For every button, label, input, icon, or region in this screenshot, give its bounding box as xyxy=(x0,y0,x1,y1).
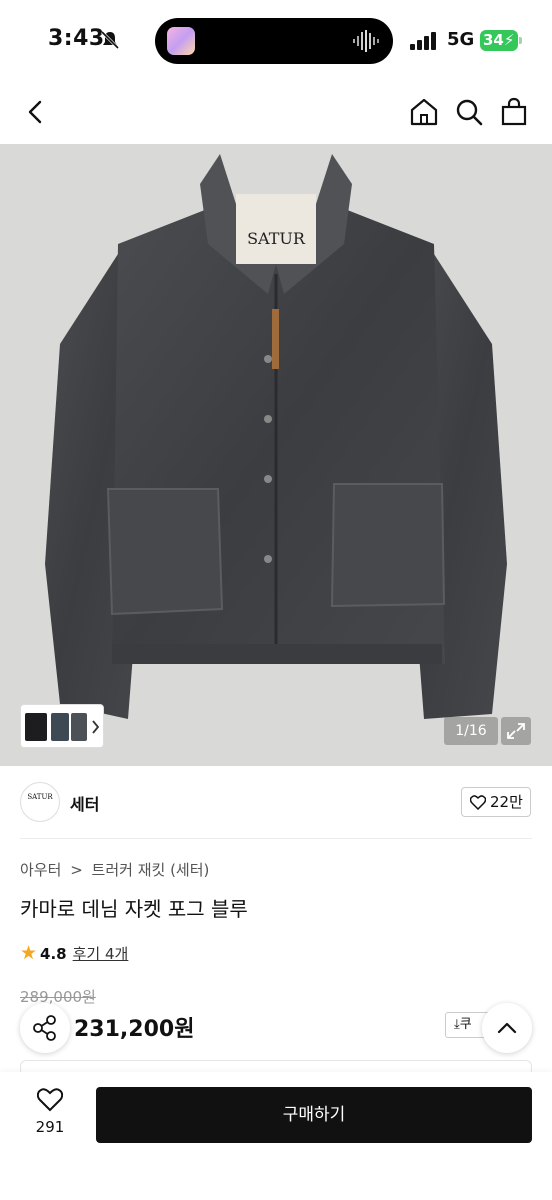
buy-button[interactable]: 구매하기 xyxy=(96,1087,532,1143)
brand-like-button[interactable]: 22만 xyxy=(461,787,531,817)
audio-wave-icon xyxy=(353,30,379,52)
bell-muted-icon xyxy=(100,30,120,50)
network-type: 5G xyxy=(447,29,475,50)
battery-indicator: 34⚡ xyxy=(480,30,518,51)
brand-logo-text: SATUR xyxy=(27,793,53,801)
home-icon[interactable] xyxy=(408,96,440,128)
back-icon[interactable] xyxy=(20,96,52,128)
color-thumbnails[interactable] xyxy=(20,704,104,748)
wishlist-count: 291 xyxy=(35,1118,65,1136)
jacket-illustration: SATUR xyxy=(45,154,507,719)
breadcrumb-separator: > xyxy=(70,861,83,879)
scroll-top-button[interactable] xyxy=(482,1003,532,1053)
rating: ★ 4.8 후기 4개 xyxy=(20,942,128,964)
heart-outline-icon xyxy=(36,1088,64,1112)
breadcrumb-subcategory[interactable]: 트러커 재킷 (세터) xyxy=(92,861,210,879)
product-image[interactable]: SATUR xyxy=(0,144,552,766)
share-icon xyxy=(33,1015,56,1041)
search-icon[interactable] xyxy=(453,96,485,128)
battery-tip xyxy=(519,37,522,44)
brand-logo[interactable]: SATUR xyxy=(20,782,60,822)
charging-bolt-icon: ⚡ xyxy=(503,31,515,49)
divider xyxy=(20,838,532,839)
review-link[interactable]: 후기 4개 xyxy=(73,945,129,963)
status-bar: 3:43 5G 34⚡ xyxy=(0,0,552,80)
jacket-label-text: SATUR xyxy=(247,229,306,248)
wishlist-button[interactable]: 291 xyxy=(24,1088,76,1136)
breadcrumb-category[interactable]: 아우터 xyxy=(20,861,61,879)
rating-score: 4.8 xyxy=(40,945,67,963)
share-button[interactable] xyxy=(20,1003,70,1053)
expand-icon xyxy=(507,723,525,739)
sale-price: 231,200원 xyxy=(74,1017,195,1042)
now-playing-artwork xyxy=(167,27,195,55)
bottom-action-bar: 291 구매하기 xyxy=(0,1072,552,1200)
brand-name[interactable]: 세터 xyxy=(70,791,99,815)
expand-button[interactable] xyxy=(501,717,531,745)
coupon-label: 쿠 xyxy=(459,1017,472,1032)
signal-icon xyxy=(410,32,436,50)
star-icon: ★ xyxy=(20,942,38,964)
battery-level: 34 xyxy=(483,31,504,49)
color-variants-icon xyxy=(25,713,100,741)
chevron-up-icon xyxy=(497,1022,517,1034)
shopping-bag-icon[interactable] xyxy=(498,96,530,128)
brand-like-count: 22만 xyxy=(490,793,523,811)
product-title: 카마로 데님 자켓 포그 블루 xyxy=(20,897,248,921)
status-time: 3:43 xyxy=(48,26,105,51)
heart-outline-icon xyxy=(470,795,486,810)
breadcrumb: 아우터 > 트러커 재킷 (세터) xyxy=(20,859,209,880)
top-nav xyxy=(0,80,552,144)
image-counter: 1/16 xyxy=(444,717,498,745)
dynamic-island[interactable] xyxy=(155,18,393,64)
